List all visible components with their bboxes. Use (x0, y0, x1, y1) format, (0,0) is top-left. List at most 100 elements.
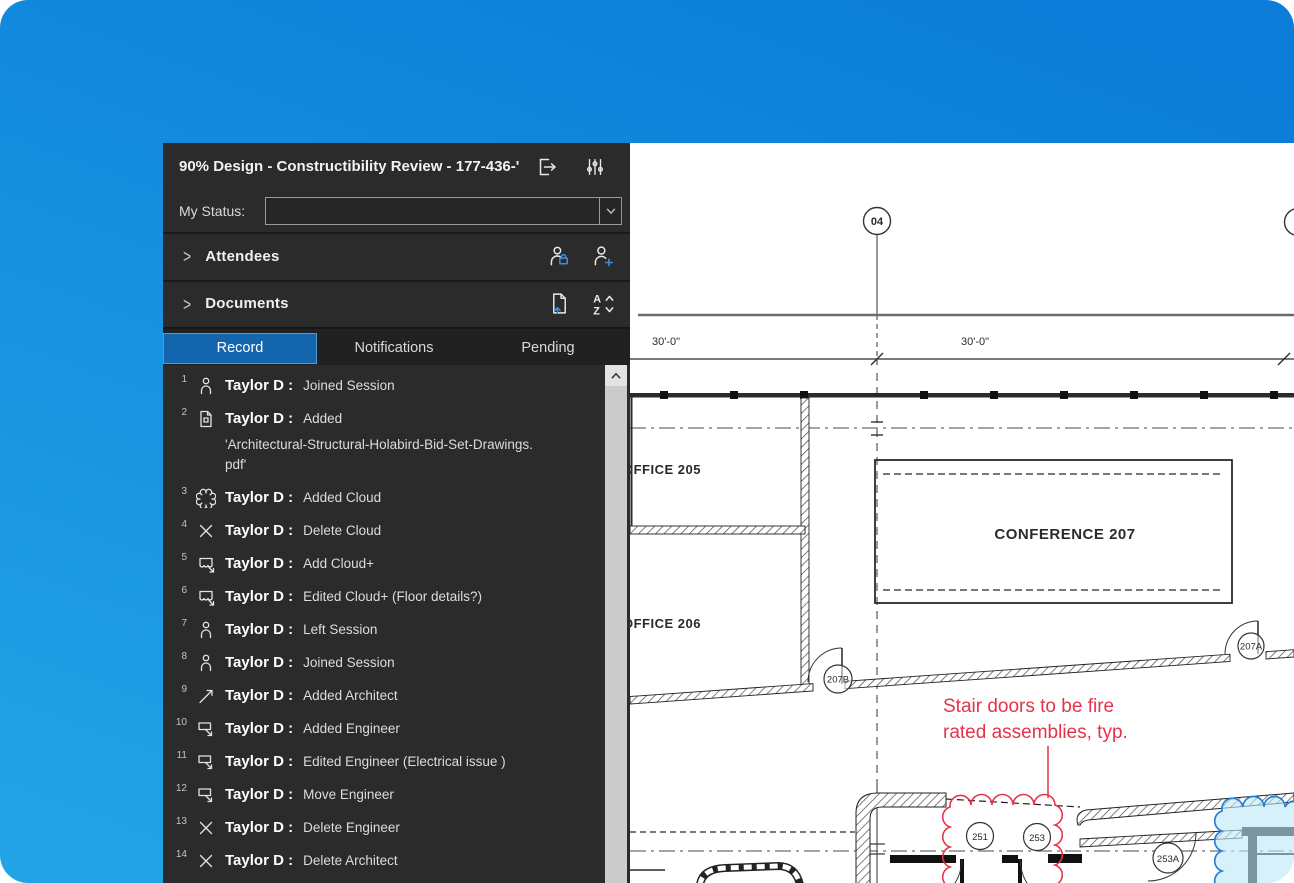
callout-icon (195, 784, 217, 806)
record-row[interactable]: 11 Taylor D : Edited Engineer (Electrica… (163, 745, 630, 778)
session-tab-bar: Record Notifications Pending (163, 327, 630, 365)
wall (856, 793, 946, 883)
leave-session-button[interactable] (534, 154, 560, 180)
svg-text:253: 253 (1029, 833, 1045, 844)
record-row[interactable]: 1 Taylor D : Joined Session (163, 369, 630, 402)
delete-x-icon (195, 520, 217, 542)
expand-chevron-icon[interactable]: > (183, 246, 191, 267)
record-row[interactable]: 6 Taylor D : Edited Cloud+ (Floor detail… (163, 580, 630, 613)
documents-section-header[interactable]: > Documents A Z (163, 280, 630, 325)
floor-plan-drawing[interactable]: 04 30'-0" 30'-0" (630, 143, 1294, 883)
scroll-up-button[interactable] (605, 365, 627, 386)
documents-section-label: Documents (205, 295, 288, 312)
record-action: Left Session (303, 622, 377, 637)
wall (630, 393, 1294, 398)
record-user: Taylor D : (225, 852, 293, 869)
expand-chevron-icon[interactable]: > (183, 293, 191, 314)
record-row[interactable]: 12 Taylor D : Move Engineer (163, 778, 630, 811)
tab-pending[interactable]: Pending (471, 333, 625, 364)
record-row[interactable]: 5 Taylor D : Add Cloud+ (163, 547, 630, 580)
document-upload-icon (547, 291, 572, 316)
record-number: 14 (169, 844, 187, 860)
attendees-section-header[interactable]: > Attendees (163, 232, 630, 278)
record-action: Added (303, 411, 342, 426)
room-label-office-206: OFFICE 206 (630, 616, 701, 631)
record-row[interactable]: 2 Taylor D : Added 'Architectural-Struct… (163, 402, 630, 475)
tab-record[interactable]: Record (163, 333, 317, 364)
room-label-conference-207: CONFERENCE 207 (994, 526, 1135, 543)
svg-text:Z: Z (593, 305, 600, 317)
record-action: Joined Session (303, 378, 395, 393)
record-user: Taylor D : (225, 489, 293, 506)
document-add-icon (195, 408, 217, 430)
svg-text:253A: 253A (1157, 854, 1180, 865)
record-action: Added Architect (303, 688, 398, 703)
record-row[interactable]: 3 Taylor D : Added Cloud (163, 481, 630, 514)
revision-cloud-blue[interactable] (1215, 797, 1294, 883)
record-row[interactable]: 9 Taylor D : Added Architect (163, 679, 630, 712)
my-status-dropdown[interactable] (265, 197, 622, 225)
record-number: 10 (169, 712, 187, 728)
record-action: Move Engineer (303, 787, 394, 802)
sort-az-icon: A Z (590, 291, 616, 317)
chevron-down-icon (605, 205, 617, 217)
my-status-row: My Status: (163, 190, 630, 232)
cloud-plus-icon (195, 586, 217, 608)
record-user: Taylor D : (225, 555, 293, 572)
record-number: 11 (169, 745, 187, 761)
record-number: 7 (169, 613, 187, 629)
delete-x-icon (195, 850, 217, 872)
session-settings-button[interactable] (582, 154, 608, 180)
record-user: Taylor D : (225, 687, 293, 704)
record-list: 1 Taylor D : Joined Session 2 Taylor D :… (163, 365, 630, 883)
chevron-up-icon (610, 371, 622, 381)
record-row[interactable]: 10 Taylor D : Added Engineer (163, 712, 630, 745)
svg-text:207A: 207A (1240, 642, 1263, 653)
record-user: Taylor D : (225, 588, 293, 605)
record-user: Taylor D : (225, 786, 293, 803)
record-action: Joined Session (303, 655, 395, 670)
invite-attendee-button[interactable] (590, 243, 616, 269)
my-status-input[interactable] (266, 198, 599, 224)
record-action: Delete Architect (303, 853, 398, 868)
record-user: Taylor D : (225, 522, 293, 539)
floor-plan-viewport[interactable]: 04 30'-0" 30'-0" (630, 143, 1294, 883)
record-list-scrollbar[interactable] (605, 365, 627, 883)
wall (630, 526, 805, 534)
record-row[interactable]: 15 Taylor D : Added 'Chicago Office Yard… (163, 877, 630, 883)
record-action: Delete Engineer (303, 820, 400, 835)
markup-note-line1[interactable]: Stair doors to be fire (943, 696, 1114, 717)
record-user: Taylor D : (225, 654, 293, 671)
markup-note-line2[interactable]: rated assemblies, typ. (943, 722, 1128, 743)
attendee-permissions-button[interactable] (546, 243, 572, 269)
person-icon (195, 375, 217, 397)
tab-notifications[interactable]: Notifications (317, 333, 471, 364)
leave-session-icon (535, 155, 559, 179)
session-title: 90% Design - Constructibility Review - 1… (179, 158, 534, 175)
record-row[interactable]: 8 Taylor D : Joined Session (163, 646, 630, 679)
svg-text:251: 251 (972, 832, 988, 843)
record-row[interactable]: 13 Taylor D : Delete Engineer (163, 811, 630, 844)
record-user: Taylor D : (225, 410, 293, 427)
dimension-label-left: 30'-0" (652, 336, 680, 348)
record-user: Taylor D : (225, 819, 293, 836)
record-number: 12 (169, 778, 187, 794)
wall (845, 654, 1230, 689)
add-document-button[interactable] (546, 291, 572, 317)
sort-documents-button[interactable]: A Z (590, 291, 616, 317)
record-row[interactable]: 4 Taylor D : Delete Cloud (163, 514, 630, 547)
person-lock-icon (546, 243, 572, 269)
record-number: 9 (169, 679, 187, 695)
svg-text:207B: 207B (827, 675, 849, 686)
app-window: 90% Design - Constructibility Review - 1… (0, 0, 1294, 883)
record-action: Edited Cloud+ (Floor details?) (303, 589, 482, 604)
person-plus-icon (590, 243, 616, 269)
dimension-label-right: 30'-0" (961, 336, 989, 348)
my-status-dropdown-button[interactable] (599, 198, 621, 224)
record-row[interactable]: 14 Taylor D : Delete Architect (163, 844, 630, 877)
record-row[interactable]: 7 Taylor D : Left Session (163, 613, 630, 646)
record-number: 2 (169, 402, 187, 418)
record-action: Added Cloud (303, 490, 381, 505)
wall (801, 398, 809, 690)
record-action-wrapped: 'Architectural-Structural-Holabird-Bid-S… (225, 435, 577, 455)
